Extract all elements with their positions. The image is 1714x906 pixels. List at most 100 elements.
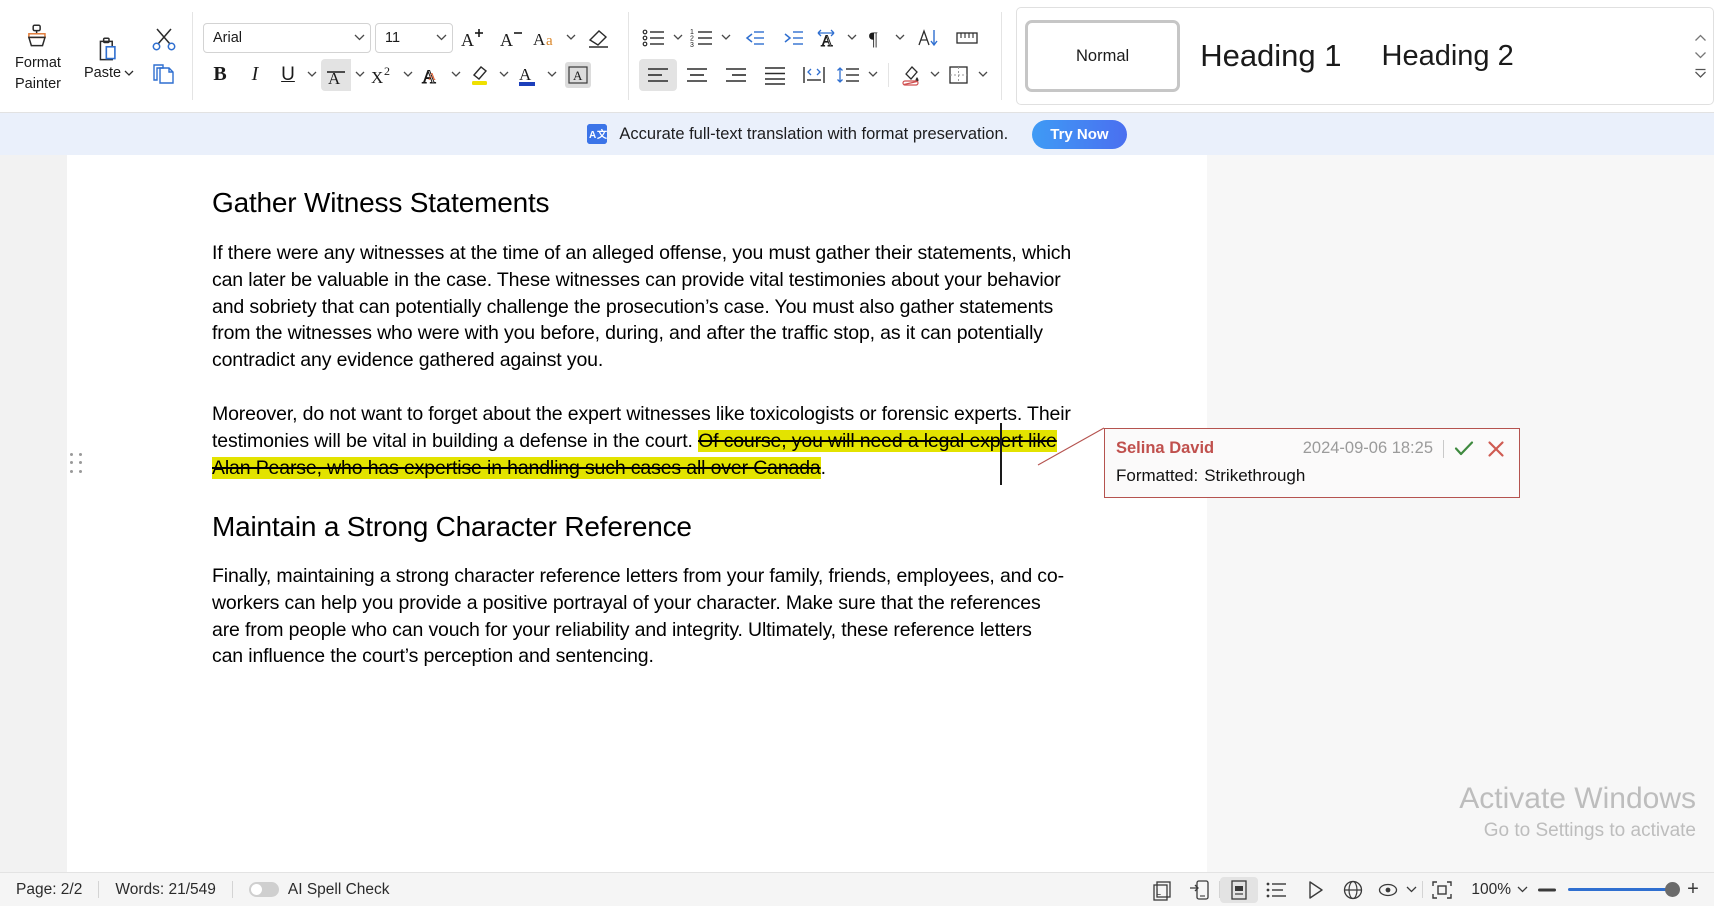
paste-button[interactable]: Paste xyxy=(76,0,142,112)
font-size-combo[interactable]: 11 xyxy=(375,22,453,53)
numbering-icon[interactable]: 1 2 3 xyxy=(687,22,717,54)
chevron-down-icon[interactable] xyxy=(562,22,579,54)
justify-button[interactable] xyxy=(756,59,794,91)
style-heading-2[interactable]: Heading 2 xyxy=(1362,15,1534,97)
accept-check-icon[interactable] xyxy=(1454,440,1474,457)
change-case-icon[interactable]: A a xyxy=(532,22,562,54)
ai-spell-check-control[interactable]: AI Spell Check xyxy=(233,873,406,906)
chevron-down-icon[interactable] xyxy=(864,59,881,91)
shading-button[interactable] xyxy=(896,59,943,91)
web-preview-button[interactable] xyxy=(1334,877,1372,903)
format-painter-button[interactable]: Format Painter xyxy=(0,0,76,112)
word-count[interactable]: Words: 21/549 xyxy=(99,873,232,906)
text-direction-icon[interactable]: A xyxy=(813,22,843,54)
reject-x-icon[interactable] xyxy=(1487,440,1505,458)
bullets-icon[interactable] xyxy=(639,22,669,54)
svg-text:3: 3 xyxy=(690,42,694,49)
zoom-slider[interactable] xyxy=(1568,882,1680,897)
ruler-button[interactable] xyxy=(948,22,986,54)
align-right-button[interactable] xyxy=(717,59,755,91)
bullets-button[interactable] xyxy=(639,22,686,54)
chevron-down-icon[interactable] xyxy=(926,59,943,91)
style-normal[interactable]: Normal xyxy=(1025,20,1181,92)
zoom-in-button[interactable]: + xyxy=(1680,878,1706,901)
try-now-button[interactable]: Try Now xyxy=(1032,119,1127,149)
paragraph-marks-button[interactable]: ¶ xyxy=(861,22,908,54)
text-effects-icon[interactable]: A A xyxy=(417,59,447,91)
distribute-icon xyxy=(803,66,825,83)
zoom-out-button[interactable] xyxy=(1538,887,1564,893)
text-box-button[interactable]: A xyxy=(561,59,595,91)
fit-page-button[interactable] xyxy=(1423,877,1461,903)
chevron-down-icon[interactable] xyxy=(669,22,686,54)
chevron-down-icon[interactable] xyxy=(495,59,512,91)
styles-scroll-up-button[interactable] xyxy=(1694,34,1707,42)
read-mode-button[interactable] xyxy=(1296,877,1334,903)
underline-button[interactable]: U xyxy=(273,59,320,91)
borders-icon[interactable] xyxy=(944,59,974,91)
chevron-down-icon[interactable] xyxy=(399,59,416,91)
chevron-down-icon[interactable] xyxy=(717,22,734,54)
chevron-down-icon[interactable] xyxy=(351,59,368,91)
chevron-down-icon[interactable] xyxy=(430,34,452,41)
ai-spell-check-toggle[interactable] xyxy=(248,882,279,897)
chevron-down-icon[interactable] xyxy=(843,22,860,54)
paragraph-marks-icon[interactable]: ¶ xyxy=(861,22,891,54)
grow-font-icon: A xyxy=(461,28,483,50)
highlight-color-button[interactable] xyxy=(465,59,512,91)
chevron-down-icon[interactable] xyxy=(303,59,320,91)
line-spacing-button[interactable] xyxy=(834,59,881,91)
tracked-change-comment-card[interactable]: Selina David 2024-09-06 18:25 Formatted:… xyxy=(1104,428,1520,498)
style-heading-1[interactable]: Heading 1 xyxy=(1180,15,1361,97)
numbering-button[interactable]: 1 2 3 xyxy=(687,22,734,54)
font-color-button[interactable]: A xyxy=(513,59,560,91)
strikethrough-button[interactable]: A xyxy=(321,58,368,91)
paragraph-drag-handle-icon[interactable] xyxy=(70,453,84,475)
outline-view-button[interactable] xyxy=(1258,877,1296,903)
font-color-icon[interactable]: A xyxy=(513,59,543,91)
superscript-button[interactable]: X 2 xyxy=(369,59,416,91)
grow-font-button[interactable]: A xyxy=(454,22,492,54)
chevron-down-icon[interactable] xyxy=(543,59,560,91)
styles-scroll-down-button[interactable] xyxy=(1694,51,1707,59)
text-direction-button[interactable]: A xyxy=(813,22,860,54)
distribute-button[interactable] xyxy=(795,59,833,91)
svg-text:A: A xyxy=(589,130,596,141)
text-effects-button[interactable]: A A xyxy=(417,59,464,91)
highlight-color-icon[interactable] xyxy=(465,59,495,91)
superscript-icon[interactable]: X 2 xyxy=(369,59,399,91)
align-center-button[interactable] xyxy=(678,59,716,91)
align-left-button[interactable] xyxy=(639,58,677,91)
line-spacing-icon[interactable] xyxy=(834,59,864,91)
strikethrough-icon[interactable]: A xyxy=(321,58,351,91)
ribbon-divider-3 xyxy=(888,62,889,87)
clear-formatting-button[interactable] xyxy=(580,22,618,54)
display-options-button[interactable] xyxy=(1372,877,1422,903)
chevron-down-icon[interactable] xyxy=(891,22,908,54)
increase-indent-button[interactable] xyxy=(774,22,812,54)
chevron-down-icon[interactable] xyxy=(447,59,464,91)
borders-button[interactable] xyxy=(944,59,991,91)
bold-icon: B xyxy=(213,63,227,85)
chevron-down-icon[interactable] xyxy=(348,34,370,41)
decrease-indent-button[interactable] xyxy=(735,22,773,54)
chevron-down-icon[interactable] xyxy=(974,59,991,91)
cut-button[interactable] xyxy=(150,26,178,52)
shading-icon[interactable] xyxy=(896,59,926,91)
print-layout-button[interactable] xyxy=(1220,876,1259,903)
italic-button[interactable]: I xyxy=(238,59,272,91)
sort-button[interactable] xyxy=(909,22,947,54)
document-page[interactable]: Gather Witness Statements If there were … xyxy=(67,155,1207,872)
zoom-level[interactable]: 100% xyxy=(1461,881,1515,899)
copy-button[interactable] xyxy=(151,62,177,86)
mobile-view-button[interactable] xyxy=(1181,877,1219,903)
change-case-button[interactable]: A a xyxy=(532,22,579,54)
web-layout-button[interactable]: L xyxy=(1143,877,1181,903)
align-center-icon xyxy=(687,67,707,82)
bold-button[interactable]: B xyxy=(203,59,237,91)
page-indicator[interactable]: Page: 2/2 xyxy=(0,873,98,906)
styles-expand-button[interactable] xyxy=(1694,68,1707,78)
shrink-font-button[interactable]: A xyxy=(493,22,531,54)
font-name-combo[interactable]: Arial xyxy=(203,22,371,53)
zoom-dropdown-icon[interactable] xyxy=(1515,886,1538,893)
